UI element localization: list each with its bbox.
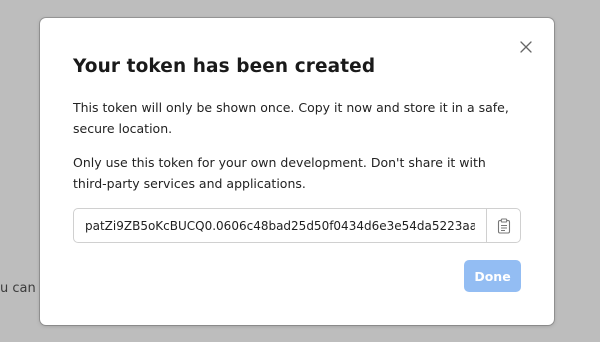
- close-icon: [520, 41, 532, 53]
- usage-warning-text: Only use this token for your own develop…: [73, 155, 486, 191]
- dialog-title: Your token has been created: [73, 56, 376, 77]
- copy-token-button[interactable]: [486, 209, 520, 242]
- done-button[interactable]: Done: [464, 260, 521, 292]
- token-field: [73, 208, 521, 243]
- once-warning-text: This token will only be shown once. Copy…: [73, 100, 509, 136]
- token-created-dialog: Your token has been created This token w…: [40, 18, 554, 325]
- clipboard-icon: [497, 217, 510, 234]
- close-button[interactable]: [517, 38, 535, 56]
- token-input[interactable]: [74, 209, 486, 242]
